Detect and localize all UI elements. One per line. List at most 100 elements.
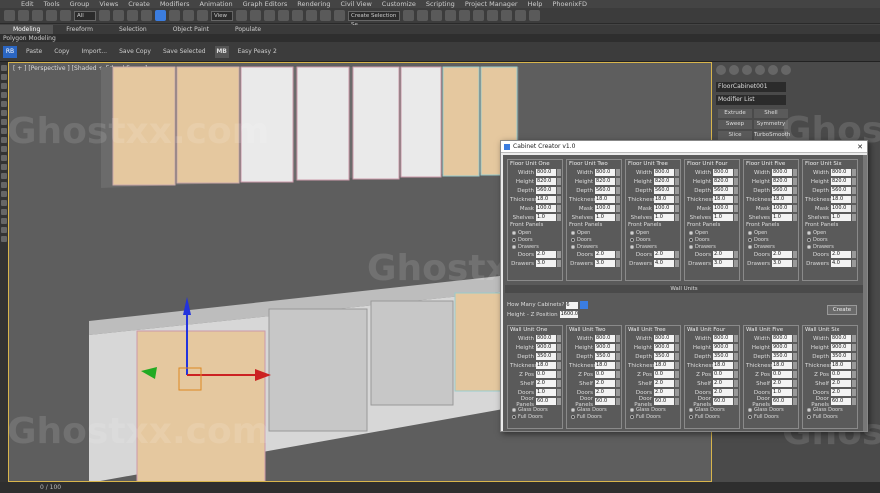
height-spinner[interactable] — [675, 178, 679, 185]
depth-input[interactable]: 560.0 — [772, 187, 792, 194]
height-spinner[interactable] — [852, 344, 856, 351]
drawer-count-spinner[interactable] — [793, 260, 797, 267]
tab-freeform[interactable]: Freeform — [53, 25, 106, 34]
drawers-radio[interactable]: Drawers — [803, 243, 857, 250]
window-crossing-icon[interactable] — [141, 10, 152, 21]
modifier-button[interactable]: Symmetry — [754, 120, 788, 129]
full-doors-radio[interactable]: Full Doors — [626, 413, 680, 420]
zpos-spinner[interactable] — [616, 371, 620, 378]
door-count-input[interactable]: 2.0 — [536, 251, 556, 258]
tool-icon[interactable] — [1, 110, 7, 116]
thickness-input[interactable]: 18.0 — [831, 362, 851, 369]
height-input[interactable]: 820.0 — [536, 178, 556, 185]
height-spinner[interactable] — [734, 178, 738, 185]
layer-icon[interactable] — [431, 10, 442, 21]
height-input[interactable]: 820.0 — [654, 178, 674, 185]
angle-snap-icon[interactable] — [292, 10, 303, 21]
height-spinner[interactable] — [675, 344, 679, 351]
doors-radio[interactable]: Doors — [508, 236, 562, 243]
width-spinner[interactable] — [793, 169, 797, 176]
doors-radio[interactable]: Doors — [626, 236, 680, 243]
height-spinner[interactable] — [616, 178, 620, 185]
open-radio[interactable]: Open — [626, 229, 680, 236]
thickness-input[interactable]: 18.0 — [595, 196, 615, 203]
depth-input[interactable]: 350.0 — [654, 353, 674, 360]
door-panels-spinner[interactable] — [557, 398, 561, 405]
drawer-count-spinner[interactable] — [852, 260, 856, 267]
thickness-spinner[interactable] — [793, 196, 797, 203]
copy-button[interactable]: Copy — [48, 48, 75, 55]
depth-spinner[interactable] — [793, 187, 797, 194]
material-editor-icon[interactable] — [487, 10, 498, 21]
height-spinner[interactable] — [557, 344, 561, 351]
height-input[interactable]: 900.0 — [713, 344, 733, 351]
mask-input[interactable]: 100.0 — [595, 205, 615, 212]
undo-icon[interactable] — [4, 10, 15, 21]
modify-tab-icon[interactable] — [729, 65, 739, 75]
mask-spinner[interactable] — [557, 205, 561, 212]
doors-radio[interactable]: Doors — [567, 236, 621, 243]
width-input[interactable]: 800.0 — [831, 169, 851, 176]
mask-spinner[interactable] — [852, 205, 856, 212]
doors-radio[interactable]: Doors — [685, 236, 739, 243]
reference-coord[interactable]: View — [211, 10, 233, 21]
depth-spinner[interactable] — [557, 187, 561, 194]
doors-spinner[interactable] — [734, 389, 738, 396]
menu-item[interactable]: Civil View — [335, 0, 376, 8]
depth-spinner[interactable] — [675, 353, 679, 360]
width-spinner[interactable] — [734, 169, 738, 176]
depth-spinner[interactable] — [734, 353, 738, 360]
drawer-count-input[interactable]: 3.0 — [536, 260, 556, 267]
hierarchy-tab-icon[interactable] — [742, 65, 752, 75]
tab-populate[interactable]: Populate — [222, 25, 274, 34]
menu-item[interactable]: Tools — [39, 0, 65, 8]
spinner-snap-icon[interactable] — [320, 10, 331, 21]
rotate-icon[interactable] — [169, 10, 180, 21]
motion-tab-icon[interactable] — [755, 65, 765, 75]
door-count-input[interactable]: 2.0 — [713, 251, 733, 258]
shelf-input[interactable]: 2.0 — [654, 380, 674, 387]
door-count-spinner[interactable] — [616, 251, 620, 258]
shelf-spinner[interactable] — [852, 380, 856, 387]
move-icon[interactable] — [155, 10, 166, 21]
doors-input[interactable]: 2.0 — [831, 389, 851, 396]
schematic-icon[interactable] — [473, 10, 484, 21]
height-input[interactable]: 900.0 — [595, 344, 615, 351]
drawer-count-input[interactable]: 3.0 — [595, 260, 615, 267]
door-count-spinner[interactable] — [734, 251, 738, 258]
mask-input[interactable]: 100.0 — [713, 205, 733, 212]
width-input[interactable]: 800.0 — [654, 335, 674, 342]
link-icon[interactable] — [32, 10, 43, 21]
drawer-count-input[interactable]: 3.0 — [713, 260, 733, 267]
door-panels-input[interactable]: 60.0 — [595, 398, 615, 405]
tool-icon[interactable] — [1, 173, 7, 179]
menu-item[interactable]: Group — [65, 0, 95, 8]
placement-icon[interactable] — [197, 10, 208, 21]
zpos-spinner[interactable] — [557, 371, 561, 378]
shelf-spinner[interactable] — [557, 380, 561, 387]
thickness-spinner[interactable] — [852, 196, 856, 203]
shelf-input[interactable]: 2.0 — [536, 380, 556, 387]
save-copy-button[interactable]: Save Copy — [113, 48, 157, 55]
doors-input[interactable]: 1.0 — [536, 389, 556, 396]
how-many-input[interactable]: 6 — [566, 301, 579, 309]
mask-input[interactable]: 100.0 — [536, 205, 556, 212]
tool-icon[interactable] — [1, 164, 7, 170]
width-input[interactable]: 800.0 — [536, 335, 556, 342]
door-count-input[interactable]: 2.0 — [595, 251, 615, 258]
tool-icon[interactable] — [1, 128, 7, 134]
doors-radio[interactable]: Doors — [803, 236, 857, 243]
shelves-spinner[interactable] — [557, 214, 561, 221]
tool-icon[interactable] — [1, 83, 7, 89]
door-count-input[interactable]: 2.0 — [831, 251, 851, 258]
paste-button[interactable]: Paste — [20, 48, 48, 55]
thickness-input[interactable]: 18.0 — [536, 196, 556, 203]
shelf-input[interactable]: 2.0 — [772, 380, 792, 387]
tool-icon[interactable] — [1, 74, 7, 80]
menu-item[interactable]: Project Manager — [460, 0, 523, 8]
height-input[interactable]: 900.0 — [831, 344, 851, 351]
thickness-spinner[interactable] — [852, 362, 856, 369]
tool-icon[interactable] — [1, 191, 7, 197]
drawers-radio[interactable]: Drawers — [508, 243, 562, 250]
width-spinner[interactable] — [557, 169, 561, 176]
